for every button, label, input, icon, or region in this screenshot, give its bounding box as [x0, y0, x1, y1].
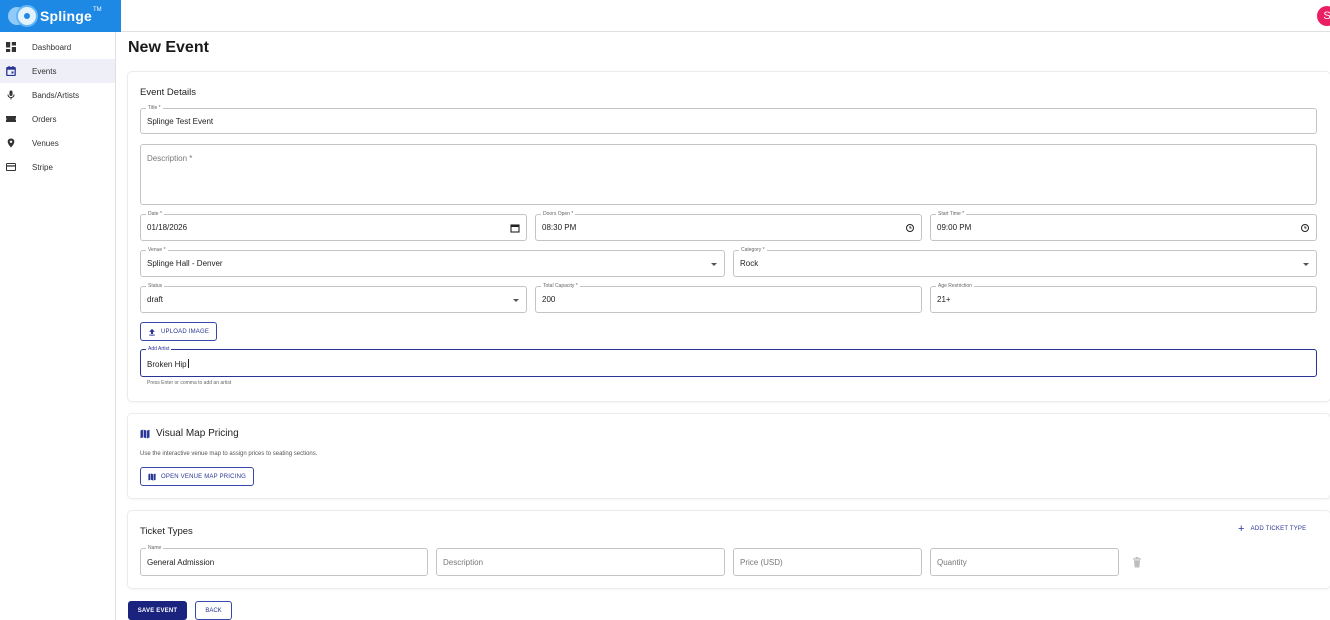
age-restriction-label: Age Restriction — [936, 283, 974, 290]
category-select[interactable]: Category * Rock — [733, 247, 1317, 277]
total-capacity-label: Total Capacity * — [541, 283, 580, 290]
status-label: Status — [146, 283, 165, 290]
title-value: Splinge Test Event — [147, 117, 214, 126]
sidebar-item-label: Venues — [32, 138, 59, 148]
start-time-field[interactable]: Start Time * 09:00 PM — [930, 211, 1317, 241]
sidebar-item-bands-artists[interactable]: Bands/Artists — [0, 83, 115, 107]
location-pin-icon — [6, 138, 16, 148]
ticket-quantity-field[interactable]: Quantity — [930, 548, 1119, 576]
age-restriction-value: 21+ — [937, 295, 951, 304]
category-label: Category * — [739, 247, 767, 254]
venue-label: Venue * — [146, 247, 168, 254]
venue-value: Splinge Hall - Denver — [147, 259, 223, 268]
start-time-value: 09:00 PM — [937, 223, 972, 232]
open-venue-map-pricing-label: OPEN VENUE MAP PRICING — [161, 473, 246, 480]
doors-open-label: Doors Open * — [541, 211, 576, 218]
description-field[interactable]: Description * — [140, 144, 1317, 205]
add-artist-value: Broken Hip — [147, 360, 187, 369]
total-capacity-field[interactable]: Total Capacity * 200 — [535, 283, 922, 313]
upload-image-label: UPLOAD IMAGE — [161, 328, 210, 335]
sidebar-item-label: Orders — [32, 114, 57, 124]
ticket-name-label: Name — [146, 545, 164, 552]
title-label: Title * — [146, 105, 163, 112]
title-field[interactable]: Title * Splinge Test Event — [140, 105, 1317, 134]
status-value: draft — [147, 295, 164, 304]
description-placeholder: Description * — [147, 154, 193, 163]
user-avatar[interactable]: S — [1317, 6, 1330, 26]
date-value: 01/18/2026 — [147, 223, 188, 232]
vinyl-logo-icon — [8, 5, 38, 27]
upload-icon — [149, 328, 155, 336]
sidebar-item-venues[interactable]: Venues — [0, 131, 115, 155]
page-title: New Event — [128, 39, 209, 56]
open-venue-map-pricing-button[interactable]: OPEN VENUE MAP PRICING — [140, 467, 254, 486]
doors-open-field[interactable]: Doors Open * 08:30 PM — [535, 211, 922, 241]
event-details-card: Event Details Title * Splinge Test Event… — [128, 72, 1330, 401]
map-icon — [140, 429, 150, 438]
delete-icon[interactable] — [1132, 557, 1142, 568]
brand-name: Splinge — [40, 8, 92, 24]
category-value: Rock — [740, 259, 759, 268]
text-caret — [187, 359, 189, 368]
microphone-icon — [6, 90, 16, 100]
plus-icon: + — [1238, 523, 1245, 535]
sidebar-nav: Dashboard Events Bands/Artists Orders Ve… — [0, 32, 116, 620]
dropdown-arrow-icon — [513, 299, 519, 302]
sidebar-item-stripe[interactable]: Stripe — [0, 155, 115, 179]
brand-logo[interactable]: Splinge TM — [0, 0, 121, 32]
sidebar-item-dashboard[interactable]: Dashboard — [0, 35, 115, 59]
sidebar-item-label: Bands/Artists — [32, 90, 80, 100]
sidebar-item-label: Events — [32, 66, 57, 76]
dropdown-arrow-icon — [711, 263, 717, 266]
sidebar-item-label: Dashboard — [32, 42, 72, 52]
date-field[interactable]: Date * 01/18/2026 — [140, 211, 527, 241]
top-app-bar: Splinge TM S — [0, 0, 1330, 32]
venue-select[interactable]: Venue * Splinge Hall - Denver — [140, 247, 725, 277]
back-button[interactable]: BACK — [195, 601, 232, 620]
date-label: Date * — [146, 211, 164, 218]
credit-card-icon — [6, 162, 16, 172]
total-capacity-value: 200 — [542, 295, 556, 304]
visual-map-heading-row: Visual Map Pricing — [140, 428, 239, 439]
start-time-label: Start Time * — [936, 211, 967, 218]
sidebar-item-events[interactable]: Events — [0, 59, 115, 83]
map-icon — [148, 472, 156, 481]
ticket-name-value: General Admission — [147, 558, 215, 567]
ticket-description-field[interactable]: Description — [436, 548, 725, 576]
upload-image-button[interactable]: UPLOAD IMAGE — [140, 322, 218, 341]
clock-icon[interactable] — [905, 223, 915, 233]
ticket-types-card: Ticket Types + ADD TICKET TYPE Name Gene… — [128, 511, 1330, 588]
add-ticket-type-label: ADD TICKET TYPE — [1250, 526, 1307, 532]
ticket-description-placeholder: Description — [443, 558, 484, 567]
dropdown-arrow-icon — [1303, 263, 1309, 266]
add-artist-input[interactable]: Add Artist Broken Hip — [140, 346, 1317, 377]
event-details-heading: Event Details — [140, 87, 196, 98]
age-restriction-field[interactable]: Age Restriction 21+ — [930, 283, 1317, 313]
add-artist-helper-text: Press Enter or comma to add an artist — [147, 380, 232, 386]
save-event-button[interactable]: SAVE EVENT — [128, 601, 187, 620]
ticket-price-field[interactable]: Price (USD) — [733, 548, 922, 576]
calendar-icon — [6, 66, 16, 76]
status-select[interactable]: Status draft — [140, 283, 527, 313]
sidebar-item-orders[interactable]: Orders — [0, 107, 115, 131]
visual-map-description: Use the interactive venue map to assign … — [140, 451, 318, 457]
visual-map-pricing-card: Visual Map Pricing Use the interactive v… — [128, 414, 1330, 498]
trademark-mark: TM — [92, 7, 102, 13]
ticket-name-field[interactable]: Name General Admission — [140, 545, 428, 576]
dashboard-icon — [6, 42, 16, 52]
sidebar-item-label: Stripe — [32, 162, 53, 172]
calendar-picker-icon[interactable] — [510, 223, 520, 233]
doors-open-value: 08:30 PM — [542, 223, 577, 232]
add-ticket-type-button[interactable]: + ADD TICKET TYPE — [1238, 523, 1307, 535]
ticket-icon — [6, 114, 16, 124]
ticket-types-heading: Ticket Types — [140, 526, 193, 537]
ticket-quantity-placeholder: Quantity — [937, 558, 967, 567]
clock-icon[interactable] — [1300, 223, 1310, 233]
add-artist-label: Add Artist — [146, 346, 172, 353]
ticket-price-placeholder: Price (USD) — [740, 558, 783, 567]
visual-map-heading: Visual Map Pricing — [156, 428, 239, 439]
